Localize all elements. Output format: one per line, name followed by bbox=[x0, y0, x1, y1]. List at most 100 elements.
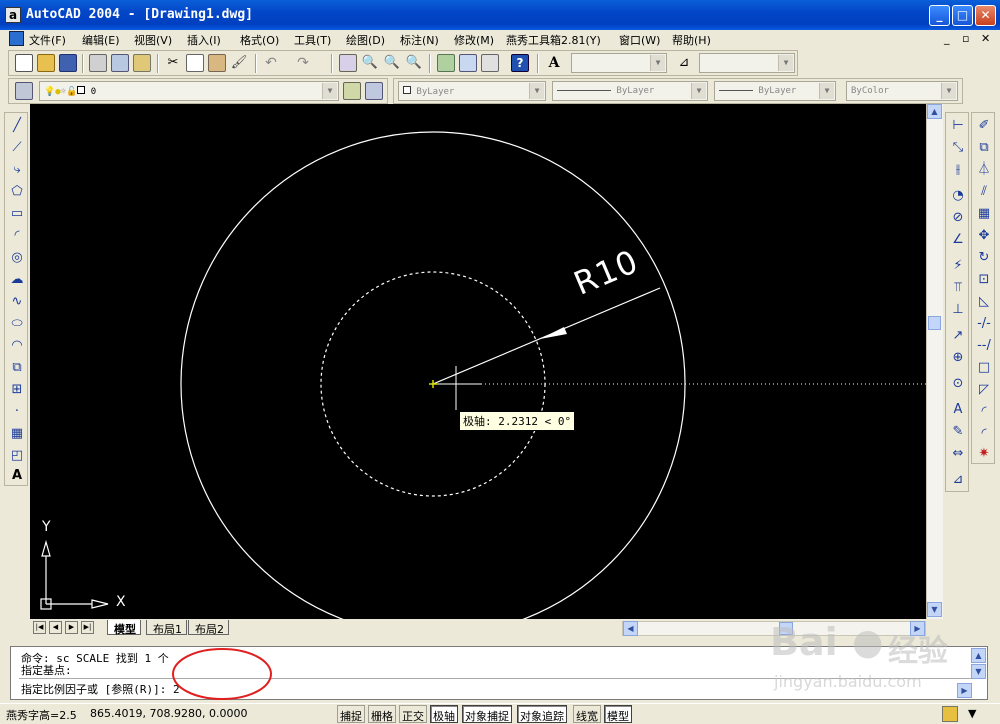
document-icon[interactable] bbox=[9, 31, 24, 46]
new-icon[interactable] bbox=[15, 54, 33, 72]
construction-line-icon[interactable]: ⟋ bbox=[8, 139, 26, 157]
grid-toggle[interactable]: 栅格 bbox=[368, 705, 396, 723]
match-properties-icon[interactable]: 🖌 bbox=[230, 54, 248, 72]
plot-preview-icon[interactable] bbox=[111, 54, 129, 72]
linetype-combo[interactable]: ByLayer ▼ bbox=[552, 81, 708, 101]
hatch-icon[interactable]: ▦ bbox=[8, 425, 26, 443]
layer-manager-icon[interactable] bbox=[15, 82, 33, 100]
command-window[interactable]: 命令: sc SCALE 找到 1 个 指定基点: 指定比例因子或 [参照(R)… bbox=[10, 646, 988, 700]
cmd-scroll-right-button[interactable]: ▶ bbox=[957, 683, 972, 698]
tab-prev-button[interactable]: ◀ bbox=[49, 621, 62, 634]
pan-realtime-icon[interactable] bbox=[339, 54, 357, 72]
mdi-minimize-button[interactable]: _ bbox=[944, 32, 950, 45]
spline-icon[interactable]: ∿ bbox=[8, 293, 26, 311]
scale-icon[interactable]: ⊡ bbox=[975, 271, 993, 289]
continue-dimension-icon[interactable]: ⊥ bbox=[949, 301, 967, 319]
mdi-restore-button[interactable]: ▫ bbox=[962, 32, 969, 45]
layer-previous-icon[interactable] bbox=[365, 82, 383, 100]
copy-object-icon[interactable]: ⧉ bbox=[975, 139, 993, 157]
cmd-scroll-down-button[interactable]: ▼ bbox=[971, 664, 986, 679]
zoom-window-icon[interactable]: 🔍 bbox=[383, 54, 401, 72]
menu-tools[interactable]: 工具(T) bbox=[294, 32, 331, 48]
menu-file[interactable]: 文件(F) bbox=[29, 32, 66, 48]
help-icon[interactable]: ? bbox=[511, 54, 529, 72]
snap-toggle[interactable]: 捕捉 bbox=[337, 705, 365, 723]
dimension-edit-icon[interactable]: A bbox=[949, 401, 967, 419]
diameter-dimension-icon[interactable]: ⊘ bbox=[949, 209, 967, 227]
dimension-text-edit-icon[interactable]: ✎ bbox=[949, 423, 967, 441]
ordinate-dimension-icon[interactable]: ⫲ bbox=[949, 161, 967, 179]
scroll-right-button[interactable]: ▶ bbox=[910, 621, 925, 636]
tab-model[interactable]: 模型 bbox=[107, 620, 141, 636]
dimension-update-icon[interactable]: ⇔ bbox=[949, 445, 967, 463]
scroll-thumb[interactable] bbox=[928, 316, 941, 330]
hscroll-thumb[interactable] bbox=[779, 622, 793, 635]
point-icon[interactable]: · bbox=[8, 403, 26, 421]
tab-layout2[interactable]: 布局2 bbox=[188, 620, 229, 636]
lineweight-toggle[interactable]: 线宽 bbox=[573, 705, 601, 723]
vertical-scrollbar[interactable]: ▲ ▼ bbox=[926, 104, 943, 619]
tab-next-button[interactable]: ▶ bbox=[65, 621, 78, 634]
aligned-dimension-icon[interactable]: ⤡ bbox=[949, 139, 967, 157]
rectangle-icon[interactable]: ▭ bbox=[8, 205, 26, 223]
menu-insert[interactable]: 插入(I) bbox=[187, 32, 221, 48]
menu-dimension[interactable]: 标注(N) bbox=[400, 32, 439, 48]
mdi-close-button[interactable]: ✕ bbox=[981, 32, 990, 45]
chamfer-icon[interactable]: ◸ bbox=[975, 381, 993, 399]
cmd-scroll-up-button[interactable]: ▲ bbox=[971, 648, 986, 663]
minimize-button[interactable]: _ bbox=[929, 5, 950, 26]
quick-leader-icon[interactable]: ↗ bbox=[949, 327, 967, 345]
menu-edit[interactable]: 编辑(E) bbox=[82, 32, 120, 48]
trim-icon[interactable]: -/- bbox=[975, 315, 993, 333]
polar-toggle[interactable]: 极轴 bbox=[430, 705, 458, 723]
properties-icon[interactable] bbox=[437, 54, 455, 72]
redo-icon[interactable]: ↷ bbox=[294, 54, 312, 72]
baseline-dimension-icon[interactable]: ⫪ bbox=[949, 279, 967, 297]
autocad-icon[interactable]: a bbox=[5, 7, 21, 23]
polyline-icon[interactable]: ⤷ bbox=[8, 161, 26, 179]
drawing-canvas[interactable]: R10 极轴: 2.2312 < 0° Y X bbox=[30, 104, 926, 619]
zoom-previous-icon[interactable]: 🔍 bbox=[405, 54, 423, 72]
linear-dimension-icon[interactable]: ⊢ bbox=[949, 117, 967, 135]
menu-window[interactable]: 窗口(W) bbox=[619, 32, 660, 48]
copy-icon[interactable] bbox=[186, 54, 204, 72]
status-menu-arrow[interactable]: ▼ bbox=[968, 707, 976, 720]
ortho-toggle[interactable]: 正交 bbox=[399, 705, 427, 723]
model-toggle[interactable]: 模型 bbox=[604, 705, 632, 723]
rotate-icon[interactable]: ↻ bbox=[975, 249, 993, 267]
menu-view[interactable]: 视图(V) bbox=[134, 32, 172, 48]
horizontal-scrollbar[interactable]: ◀ ▶ bbox=[622, 621, 926, 636]
tolerance-icon[interactable]: ⊕ bbox=[949, 349, 967, 367]
stretch-icon[interactable]: ◺ bbox=[975, 293, 993, 311]
polygon-icon[interactable]: ⬠ bbox=[8, 183, 26, 201]
break-icon[interactable]: □ bbox=[975, 359, 993, 377]
quick-dimension-icon[interactable]: ⚡ bbox=[949, 257, 967, 275]
menu-format[interactable]: 格式(O) bbox=[240, 32, 279, 48]
open-icon[interactable] bbox=[37, 54, 55, 72]
menu-draw[interactable]: 绘图(D) bbox=[346, 32, 385, 48]
make-block-icon[interactable]: ⊞ bbox=[8, 381, 26, 399]
scroll-down-button[interactable]: ▼ bbox=[927, 602, 942, 617]
object-tracking-toggle[interactable]: 对象追踪 bbox=[517, 705, 567, 723]
menu-yanxiu-toolbox[interactable]: 燕秀工具箱2.81(Y) bbox=[506, 32, 601, 48]
cut-icon[interactable]: ✂ bbox=[164, 54, 182, 72]
explode-icon[interactable]: ✷ bbox=[975, 445, 993, 463]
make-layer-current-icon[interactable] bbox=[343, 82, 361, 100]
undo-icon[interactable]: ↶ bbox=[262, 54, 280, 72]
line-icon[interactable]: ╱ bbox=[8, 117, 26, 135]
dim-style-combo[interactable]: ▼ bbox=[699, 53, 795, 73]
revision-cloud-icon[interactable]: ☁ bbox=[8, 271, 26, 289]
center-mark-icon[interactable]: ⊙ bbox=[949, 375, 967, 393]
zoom-realtime-icon[interactable]: 🔍 bbox=[361, 54, 379, 72]
tab-layout1[interactable]: 布局1 bbox=[146, 620, 187, 636]
erase-icon[interactable]: ✐ bbox=[975, 117, 993, 135]
arc-icon[interactable]: ◜ bbox=[8, 227, 26, 245]
publish-icon[interactable] bbox=[133, 54, 151, 72]
offset-icon[interactable]: ⫽ bbox=[975, 183, 993, 201]
command-prompt-line[interactable]: 指定比例因子或 [参照(R)]: 2 bbox=[21, 681, 180, 697]
text-style-icon[interactable]: A bbox=[545, 54, 563, 72]
design-center-icon[interactable] bbox=[459, 54, 477, 72]
save-icon[interactable] bbox=[59, 54, 77, 72]
lineweight-combo[interactable]: ByLayer ▼ bbox=[714, 81, 836, 101]
text-style-combo[interactable]: ▼ bbox=[571, 53, 667, 73]
